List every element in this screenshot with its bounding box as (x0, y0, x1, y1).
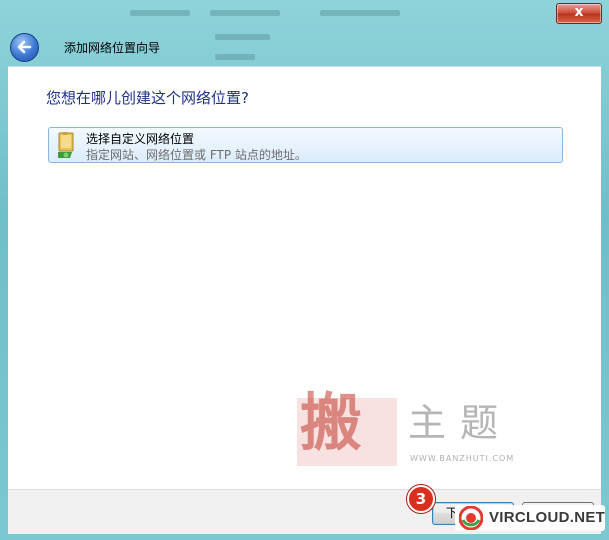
option-title: 选择自定义网络位置 (86, 132, 195, 146)
brand-text: VIRCLOUD.NET (489, 509, 606, 526)
page-heading: 您想在哪儿创建这个网络位置? (46, 89, 249, 107)
window-title: 添加网络位置向导 (64, 41, 161, 55)
back-button[interactable] (10, 33, 39, 62)
option-description: 指定网站、网络位置或 FTP 站点的地址。 (86, 148, 307, 162)
vircloud-logo-icon (459, 506, 483, 530)
watermark-url: WWW.BANZHUTI.COM (410, 454, 515, 463)
wizard-header: 添加网络位置向导 (8, 30, 601, 66)
option-custom-network-location[interactable]: 选择自定义网络位置 指定网站、网络位置或 FTP 站点的地址。 (48, 127, 563, 163)
step-badge: 3 (407, 485, 435, 513)
close-icon: x (574, 4, 584, 20)
watermark-text: 主题 (408, 401, 513, 445)
brand-watermark: VIRCLOUD.NET (455, 505, 605, 531)
watermark-mark: 搬 (300, 386, 363, 459)
back-arrow-icon (17, 40, 32, 54)
folder-network-icon (58, 132, 74, 158)
close-button[interactable]: x (556, 3, 602, 24)
